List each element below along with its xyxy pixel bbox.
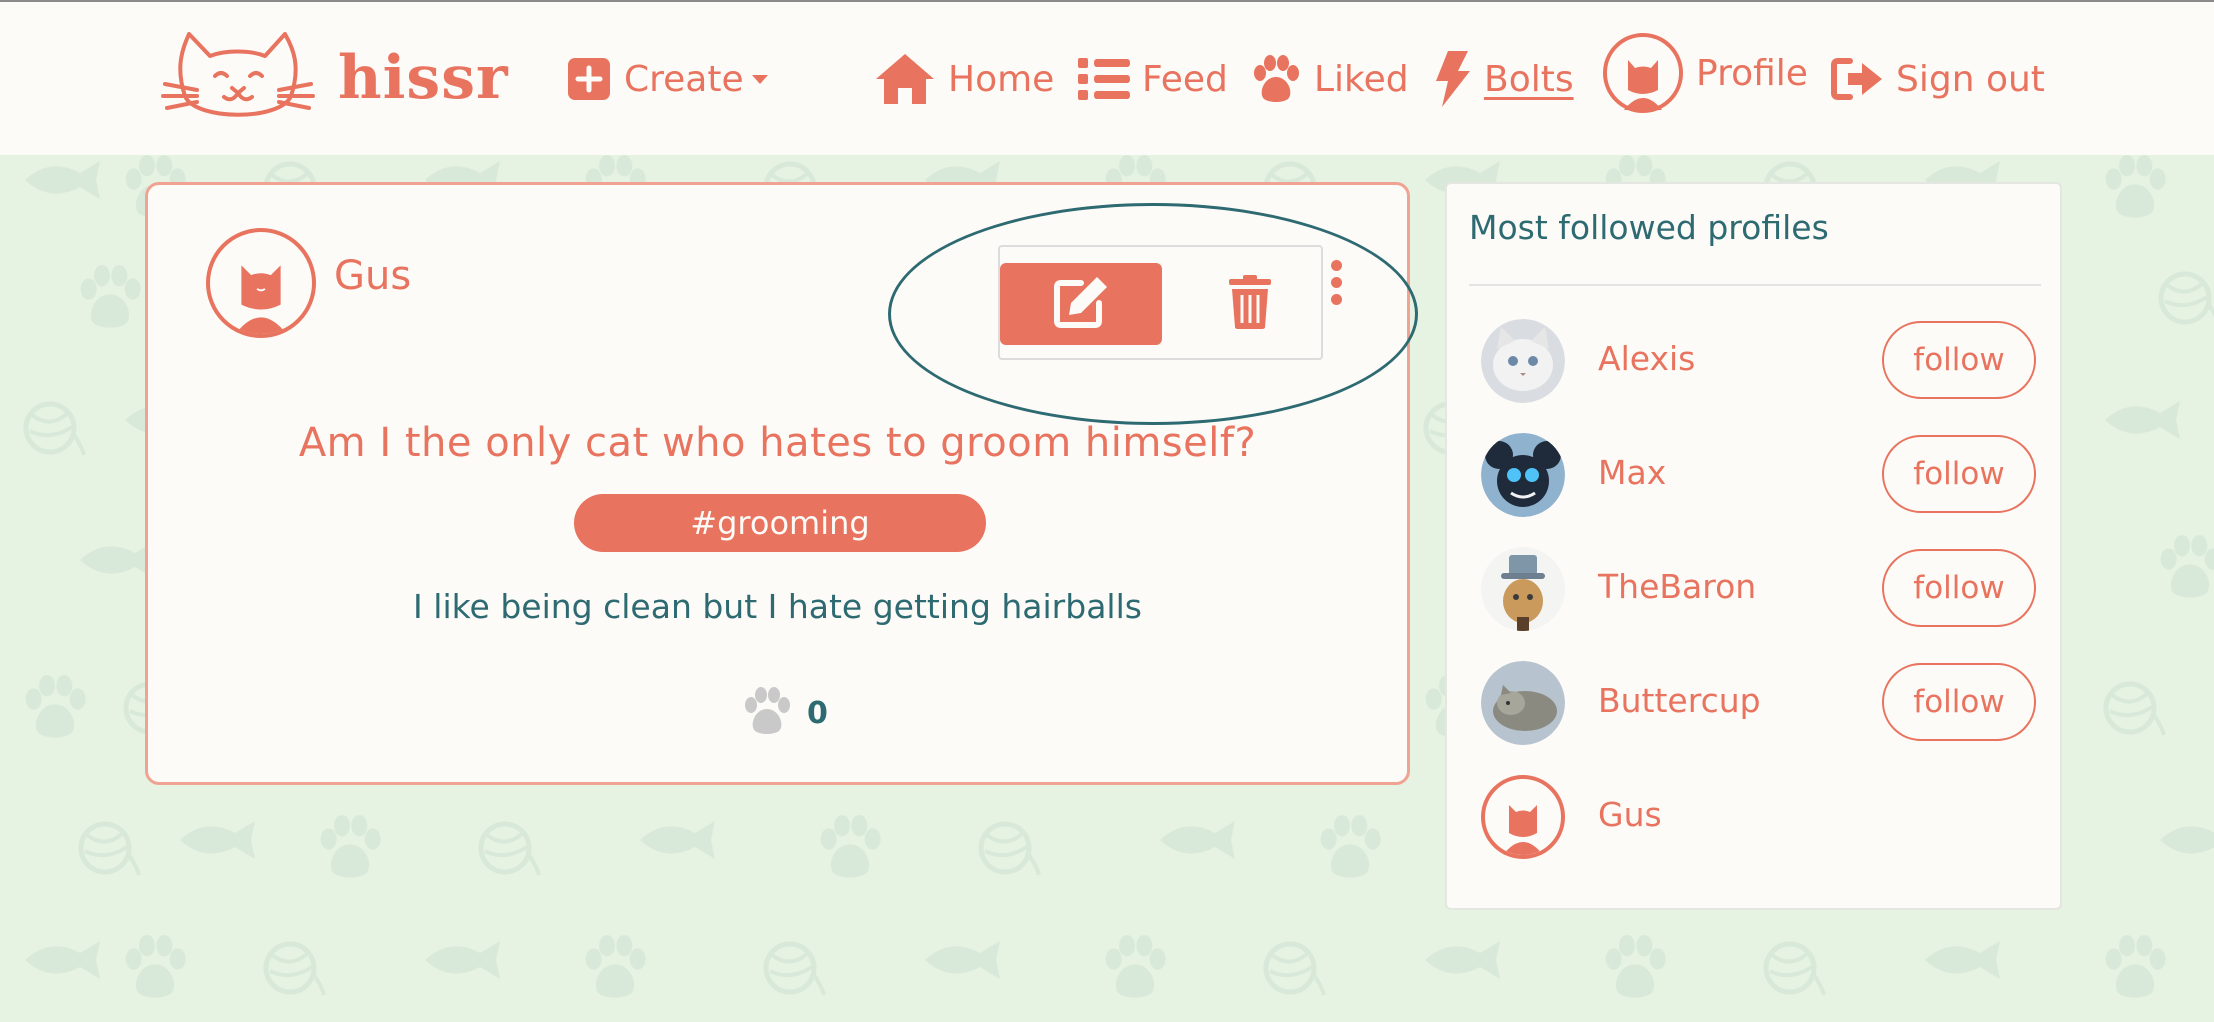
create-dropdown[interactable]: Create <box>566 44 768 114</box>
edit-post-button[interactable] <box>1000 263 1162 345</box>
avatar[interactable] <box>1481 547 1565 631</box>
avatar[interactable] <box>1481 661 1565 745</box>
panel-divider <box>1469 284 2041 286</box>
cat-silhouette-icon <box>235 265 287 334</box>
follow-button[interactable]: follow <box>1882 435 2036 513</box>
nav-bolts[interactable]: Bolts <box>1432 44 1574 114</box>
caret-down-icon <box>751 74 768 84</box>
profile-label: Profile <box>1696 52 1808 94</box>
bolt-icon <box>1432 51 1472 107</box>
follow-button[interactable]: follow <box>1882 321 2036 399</box>
edit-icon <box>1051 275 1111 334</box>
plus-square-icon <box>566 56 612 102</box>
bolts-label: Bolts <box>1484 58 1574 100</box>
follow-button[interactable]: follow <box>1882 549 2036 627</box>
post-tag[interactable]: #grooming <box>574 494 986 552</box>
sign-out-icon <box>1830 55 1884 103</box>
follow-button[interactable]: follow <box>1882 663 2036 741</box>
author-name[interactable]: Gus <box>334 253 411 299</box>
signout-label: Sign out <box>1896 58 2045 100</box>
avatar[interactable] <box>1481 433 1565 517</box>
create-label: Create <box>624 58 744 100</box>
nav-signout[interactable]: Sign out <box>1830 44 2045 114</box>
cat-face-logo-icon <box>155 26 320 130</box>
profile-name[interactable]: Buttercup <box>1598 681 1761 720</box>
liked-label: Liked <box>1314 58 1409 100</box>
profile-row: TheBaron follow <box>1481 547 2041 637</box>
delete-post-button[interactable] <box>1205 263 1295 345</box>
home-label: Home <box>948 58 1055 100</box>
profile-name[interactable]: TheBaron <box>1598 567 1756 606</box>
feed-label: Feed <box>1142 58 1228 100</box>
post-options-menu <box>998 245 1323 360</box>
post-body: I like being clean but I hate getting ha… <box>413 587 1142 626</box>
profile-name[interactable]: Alexis <box>1598 339 1695 378</box>
nav-feed[interactable]: Feed <box>1078 44 1228 114</box>
nav-profile[interactable]: Profile <box>1602 33 1808 113</box>
navbar: hissr Create Home Feed Liked Bolts Profi… <box>0 0 2214 155</box>
post-kebab-menu-icon[interactable] <box>1328 260 1344 310</box>
avatar[interactable] <box>1481 775 1565 859</box>
profile-avatar-icon <box>1602 32 1684 114</box>
profile-name[interactable]: Max <box>1598 453 1666 492</box>
paw-icon <box>1250 55 1302 103</box>
like-paw-icon[interactable] <box>741 687 793 739</box>
home-icon <box>874 52 936 106</box>
profile-row: Max follow <box>1481 433 2041 523</box>
author-avatar[interactable] <box>206 228 316 338</box>
nav-liked[interactable]: Liked <box>1250 44 1409 114</box>
brand-name: hissr <box>338 43 509 113</box>
profile-name[interactable]: Gus <box>1598 795 1662 834</box>
list-icon <box>1078 56 1130 102</box>
avatar[interactable] <box>1481 319 1565 403</box>
brand[interactable]: hissr <box>155 26 509 130</box>
nav-home[interactable]: Home <box>874 44 1054 114</box>
post-card: Gus 3 Am I the only cat who hates to gro… <box>145 182 1410 785</box>
post-title[interactable]: Am I the only cat who hates to groom him… <box>148 420 1407 466</box>
panel-title: Most followed profiles <box>1469 208 1829 247</box>
most-followed-panel: Most followed profiles Alexis follow Max… <box>1445 182 2062 910</box>
profile-row: Alexis follow <box>1481 319 2041 409</box>
like-row: 0 <box>741 687 828 739</box>
trash-icon <box>1227 275 1273 333</box>
like-count: 0 <box>807 695 828 731</box>
profile-row: Buttercup follow <box>1481 661 2041 751</box>
profile-row: Gus <box>1481 775 2041 865</box>
